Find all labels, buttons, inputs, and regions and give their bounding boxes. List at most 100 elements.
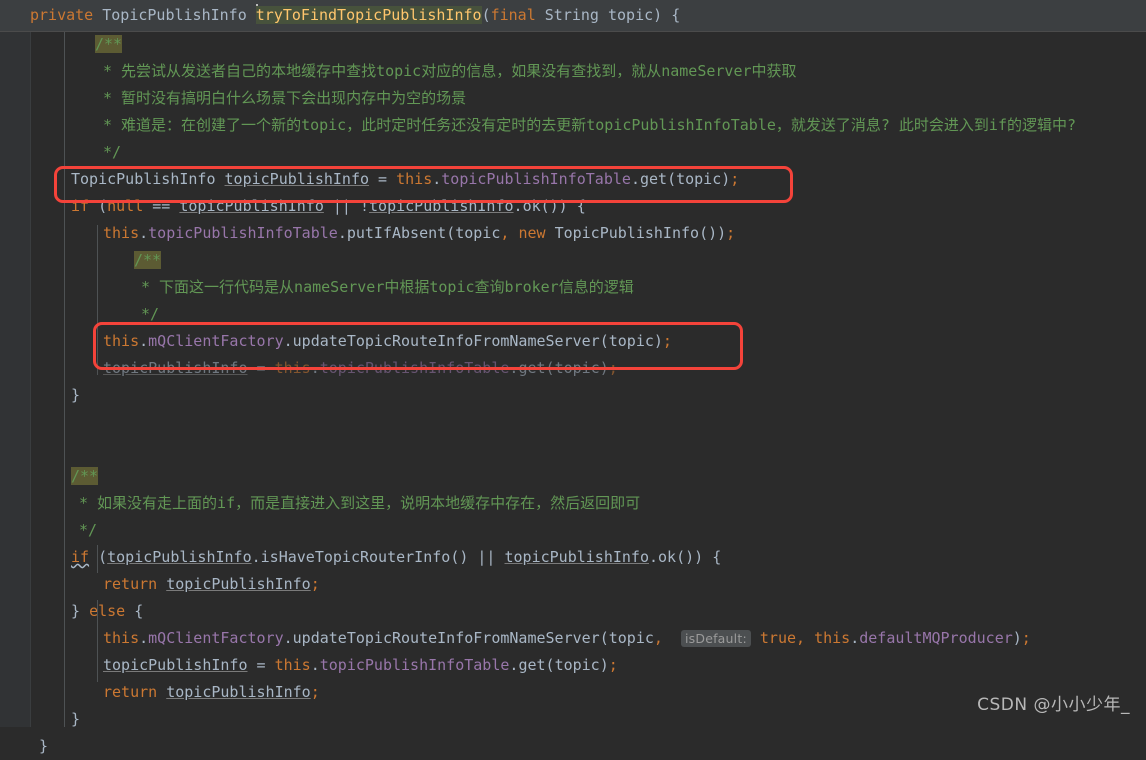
sp: ==: [143, 197, 180, 215]
var-topicpublishinfo: topicPublishInfo: [369, 197, 514, 215]
arg-topic: topic: [676, 170, 722, 188]
keyword-if: if: [71, 548, 90, 566]
code-line-reload-cache[interactable]: topicPublishInfo = this.topicPublishInfo…: [31, 355, 1146, 382]
editor-gutter[interactable]: [0, 31, 30, 727]
not: !: [360, 197, 370, 215]
dot: .: [630, 170, 640, 188]
semicolon: ;: [1021, 629, 1031, 647]
code-line[interactable]: /**: [31, 463, 1146, 490]
csdn-watermark: CSDN @小小少年_: [977, 695, 1130, 715]
method-name-selected[interactable]: tryToFindTopicPublishInfo: [255, 6, 482, 24]
paren: (: [599, 629, 609, 647]
semicolon: ;: [310, 575, 320, 593]
var-topicpublishinfo: topicPublishInfo: [166, 683, 311, 701]
code-line-if-have-router-info[interactable]: if (topicPublishInfo.isHaveTopicRouterIn…: [31, 544, 1146, 571]
code-line-else[interactable]: } else {: [31, 598, 1146, 625]
javadoc-close: */: [141, 305, 160, 323]
code-line-putifabsent[interactable]: this.topicPublishInfoTable.putIfAbsent(t…: [31, 220, 1146, 247]
open-brace: {: [125, 602, 144, 620]
sp: [751, 629, 760, 647]
semicolon: ;: [310, 683, 320, 701]
paren: ()) {: [676, 548, 722, 566]
close-brace: }: [71, 386, 81, 404]
param-type-string: String: [544, 6, 599, 24]
method-putifabsent: putIfAbsent: [346, 224, 447, 242]
code-line[interactable]: */: [31, 301, 1146, 328]
semicolon: ;: [608, 359, 618, 377]
code-line[interactable]: /**: [31, 31, 1146, 58]
code-line-close-method[interactable]: }: [31, 733, 1146, 760]
arg-topic: topic: [608, 332, 654, 350]
sp: [89, 548, 98, 566]
var-topicpublishinfo: topicPublishInfo: [103, 359, 248, 377]
code-line[interactable]: * 难道是：在创建了一个新的topic，此时定时任务还没有定时的去更新topic…: [31, 112, 1146, 139]
code-line-blank[interactable]: [31, 409, 1146, 436]
field-topicpublishinfotable: topicPublishInfoTable: [148, 224, 338, 242]
field-defaultmqproducer: defaultMQProducer: [859, 629, 1013, 647]
code-line-close-if[interactable]: }: [31, 382, 1146, 409]
code-line-update-route-info[interactable]: this.mQClientFactory.updateTopicRouteInf…: [31, 328, 1146, 355]
field-topicpublishinfotable: topicPublishInfoTable: [319, 656, 510, 674]
arg-topic: topic: [608, 629, 654, 647]
sp: =: [247, 656, 275, 674]
type-topicpublishinfo: TopicPublishInfo: [554, 224, 700, 242]
keyword-new: new: [518, 224, 546, 242]
paren: (: [98, 548, 108, 566]
open-paren: (: [481, 6, 491, 24]
dot: .: [283, 332, 293, 350]
sp: [351, 197, 360, 215]
javadoc-open: /**: [71, 467, 99, 485]
var-topicpublishinfo: topicPublishInfo: [224, 170, 370, 188]
keyword-if: if: [71, 197, 90, 215]
paren: ): [1012, 629, 1022, 647]
method-ok: ok: [658, 548, 677, 566]
dot: .: [432, 170, 442, 188]
code-line[interactable]: */: [31, 517, 1146, 544]
dot: .: [139, 629, 149, 647]
code-line[interactable]: * 暂时没有搞明白什么场景下会出现内存中为空的场景: [31, 85, 1146, 112]
field-topicpublishinfotable: topicPublishInfoTable: [441, 170, 631, 188]
paren: ): [599, 656, 609, 674]
dot: .: [310, 656, 320, 674]
code-editor[interactable]: private TopicPublishInfo tryToFindTopicP…: [0, 0, 1146, 755]
code-line[interactable]: * 先尝试从发送者自己的本地缓存中查找topic对应的信息，如果没有查找到，就从…: [31, 58, 1146, 85]
arg-topic: topic: [554, 656, 600, 674]
paren: ): [653, 332, 663, 350]
code-line-reload-cache-2[interactable]: topicPublishInfo = this.topicPublishInfo…: [31, 652, 1146, 679]
sp: [495, 548, 504, 566]
sp: [324, 197, 333, 215]
code-line-update-route-info-default[interactable]: this.mQClientFactory.updateTopicRouteInf…: [31, 625, 1146, 652]
sig-space-1: [93, 6, 102, 24]
paren: (: [446, 224, 456, 242]
var-topicpublishinfo: topicPublishInfo: [107, 548, 252, 566]
code-line[interactable]: * 下面这一行代码是从nameServer中根据topic查询broker信息的…: [31, 274, 1146, 301]
keyword-this: this: [274, 359, 311, 377]
keyword-this: this: [274, 656, 311, 674]
or: ||: [477, 548, 496, 566]
arg-topic: topic: [455, 224, 501, 242]
method-updatetopicrouteinfofromnameserver: updateTopicRouteInfoFromNameServer: [292, 629, 600, 647]
code-line-return-1[interactable]: return topicPublishInfo;: [31, 571, 1146, 598]
sp: [157, 575, 166, 593]
dot: .: [310, 359, 320, 377]
javadoc-text: * 先尝试从发送者自己的本地缓存中查找topic对应的信息，如果没有查找到，就从…: [103, 62, 797, 80]
code-line-if-null-check[interactable]: if (null == topicPublishInfo || !topicPu…: [31, 193, 1146, 220]
code-line[interactable]: * 如果没有走上面的if，而是直接进入到这里，说明本地缓存中存在，然后返回即可: [31, 490, 1146, 517]
sig-space-3: [536, 6, 545, 24]
code-line-blank[interactable]: [31, 436, 1146, 463]
sig-space-2: [247, 6, 256, 24]
paren: (: [599, 332, 609, 350]
dot: .: [337, 224, 347, 242]
javadoc-line-2: * 先尝试从发送者自己的本地缓存中查找topic对应的信息，如果没有查找到，就从…: [103, 62, 797, 80]
javadoc-line-4: * 难道是：在创建了一个新的topic，此时定时任务还没有定时的去更新topic…: [103, 116, 1077, 134]
code-content[interactable]: /** * 先尝试从发送者自己的本地缓存中查找topic对应的信息，如果没有查找…: [31, 31, 1146, 755]
field-topicpublishinfotable: topicPublishInfoTable: [319, 359, 510, 377]
javadoc-open: /**: [134, 251, 162, 269]
code-line-get-from-cache[interactable]: TopicPublishInfo topicPublishInfo = this…: [31, 166, 1146, 193]
code-line[interactable]: /**: [31, 247, 1146, 274]
var-topicpublishinfo: topicPublishInfo: [179, 197, 324, 215]
close-brace: }: [71, 710, 81, 728]
code-line[interactable]: */: [31, 139, 1146, 166]
keyword-private: private: [30, 6, 94, 24]
semicolon: ;: [662, 332, 672, 350]
